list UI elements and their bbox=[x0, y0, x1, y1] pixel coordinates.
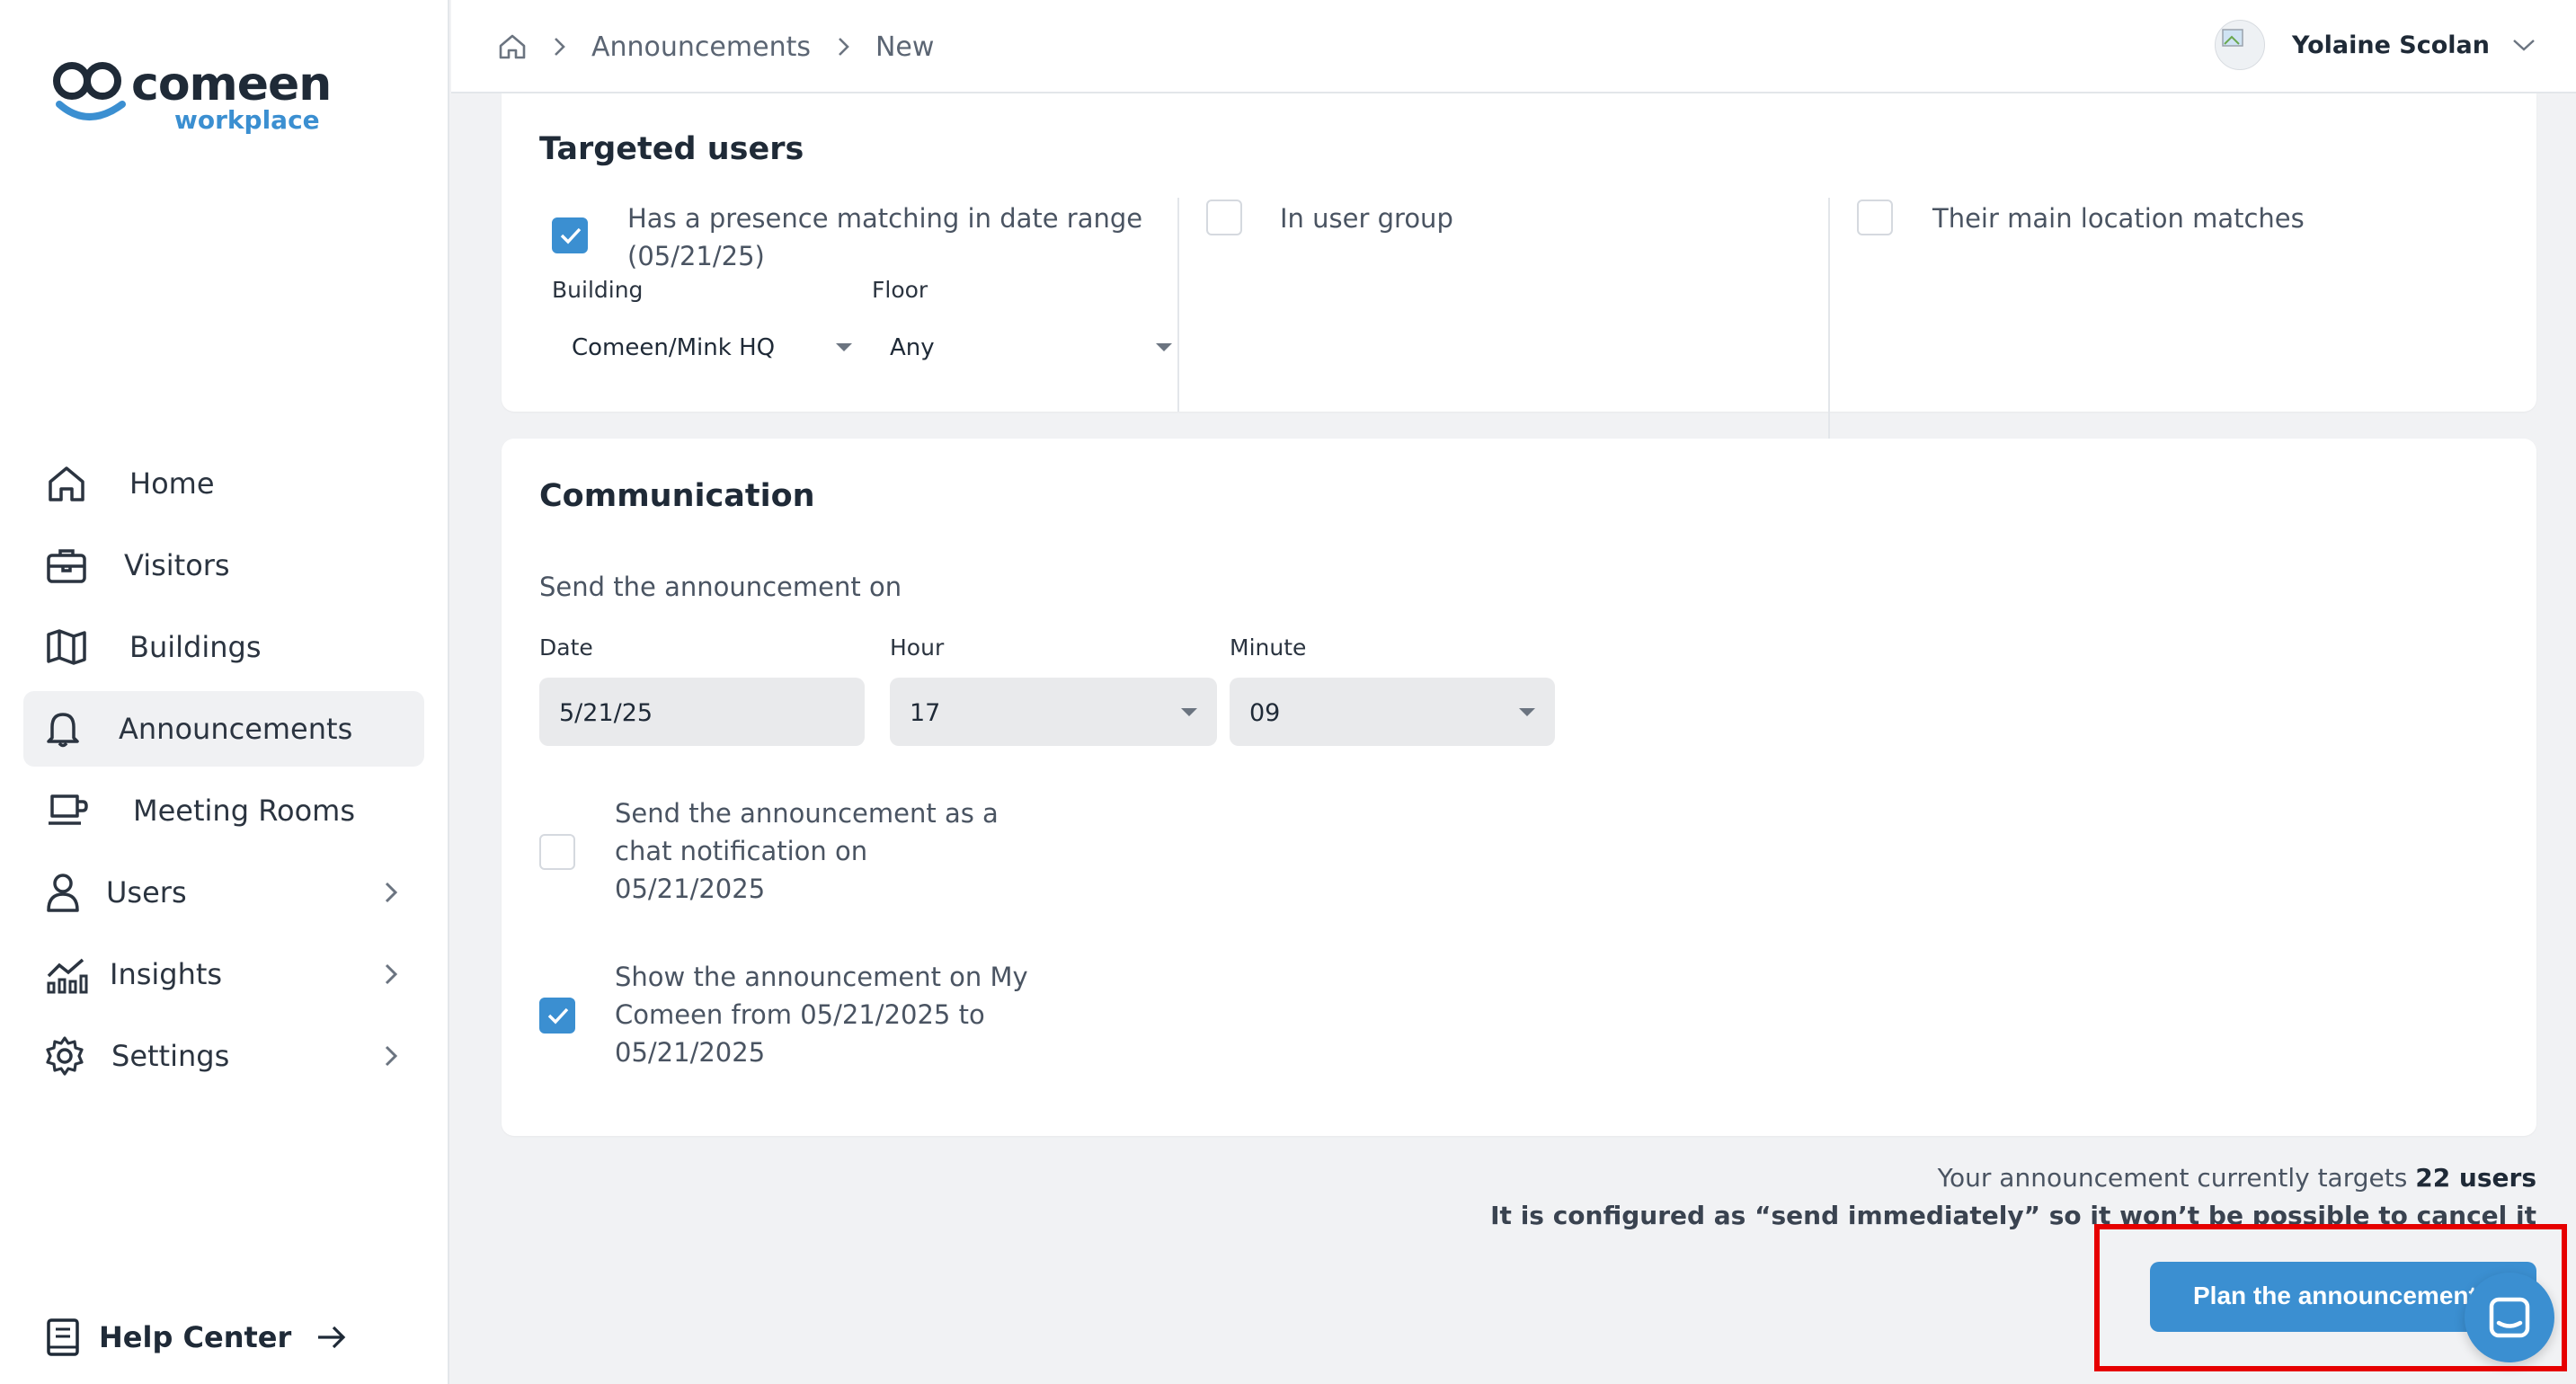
targets-prefix: Your announcement currently targets bbox=[1937, 1163, 2408, 1193]
sidebar-item-users[interactable]: Users bbox=[23, 855, 424, 930]
minute-select-value: 09 bbox=[1249, 699, 1281, 727]
chevron-right-icon bbox=[385, 963, 398, 985]
brand-name: comeen bbox=[131, 58, 332, 111]
breadcrumb-announcements[interactable]: Announcements bbox=[591, 31, 811, 63]
check-icon bbox=[547, 1007, 569, 1025]
show-on-mycomeen-line1: Show the announcement on My bbox=[615, 962, 1028, 992]
caret-down-icon bbox=[1181, 708, 1197, 716]
help-center-label: Help Center bbox=[99, 1320, 292, 1354]
home-icon[interactable] bbox=[498, 32, 527, 61]
sidebar-item-settings[interactable]: Settings bbox=[23, 1018, 424, 1094]
hour-select-value: 17 bbox=[910, 699, 941, 727]
sidebar-item-buildings[interactable]: Buildings bbox=[23, 609, 424, 685]
user-icon bbox=[47, 874, 79, 912]
sidebar-nav: Home Visitors Buildings Announcements Me… bbox=[23, 446, 424, 1100]
sidebar-item-label: Meeting Rooms bbox=[133, 794, 355, 828]
floor-label: Floor bbox=[872, 277, 928, 303]
building-label: Building bbox=[552, 277, 644, 303]
user-menu[interactable]: Yolaine Scolan bbox=[2215, 18, 2536, 72]
sidebar-item-label: Home bbox=[129, 466, 215, 501]
sidebar: comeen workplace Home Visitors Buildings… bbox=[0, 0, 449, 1384]
check-icon bbox=[560, 227, 582, 244]
bell-icon bbox=[47, 713, 79, 748]
help-center-link[interactable]: Help Center bbox=[45, 1312, 347, 1362]
topbar: Announcements New Yolaine Scolan bbox=[451, 0, 2576, 93]
send-immediately-warning: It is configured as “send immediately” s… bbox=[1490, 1201, 2536, 1230]
presence-label-line2: (05/21/25) bbox=[627, 241, 765, 271]
chart-icon bbox=[47, 958, 88, 994]
chevron-right-icon bbox=[555, 38, 565, 56]
main-location-checkbox[interactable] bbox=[1857, 200, 1893, 235]
user-name: Yolaine Scolan bbox=[2292, 31, 2490, 59]
sidebar-item-announcements[interactable]: Announcements bbox=[23, 691, 424, 767]
chat-launcher[interactable] bbox=[2465, 1273, 2554, 1362]
communication-title: Communication bbox=[539, 478, 815, 514]
user-group-label: In user group bbox=[1280, 203, 1453, 234]
presence-label-line1: Has a presence matching in date range bbox=[627, 203, 1143, 234]
column-divider bbox=[1177, 198, 1179, 412]
chevron-right-icon bbox=[839, 38, 849, 56]
home-icon bbox=[49, 466, 84, 501]
date-label: Date bbox=[539, 634, 593, 661]
breadcrumb-current: New bbox=[875, 31, 935, 63]
sidebar-item-label: Insights bbox=[110, 957, 223, 991]
gear-icon bbox=[46, 1036, 84, 1076]
caret-down-icon bbox=[1156, 343, 1172, 351]
targeted-users-title: Targeted users bbox=[539, 131, 804, 167]
comeen-logo-icon bbox=[53, 62, 126, 120]
floor-select-value: Any bbox=[890, 334, 935, 361]
sidebar-item-label: Users bbox=[106, 875, 187, 909]
chat-notification-line3: 05/21/2025 bbox=[615, 874, 766, 904]
hour-select[interactable]: 17 bbox=[890, 678, 1217, 746]
plan-announcement-label: Plan the announcement bbox=[2193, 1282, 2477, 1309]
meeting-room-icon bbox=[49, 794, 88, 825]
date-input-value: 5/21/25 bbox=[559, 699, 653, 727]
send-on-label: Send the announcement on bbox=[539, 572, 902, 602]
column-divider bbox=[1828, 198, 1830, 469]
sidebar-item-meeting-rooms[interactable]: Meeting Rooms bbox=[23, 773, 424, 848]
show-on-mycomeen-line3: 05/21/2025 bbox=[615, 1037, 766, 1068]
hour-label: Hour bbox=[890, 634, 945, 661]
floor-select[interactable]: Any bbox=[870, 318, 1192, 376]
brand-sub: workplace bbox=[174, 105, 320, 135]
book-icon bbox=[47, 1318, 79, 1356]
show-on-mycomeen-line2: Comeen from 05/21/2025 to bbox=[615, 999, 985, 1030]
briefcase-icon bbox=[47, 549, 86, 583]
chat-icon bbox=[2489, 1297, 2530, 1338]
sidebar-item-label: Announcements bbox=[119, 712, 353, 746]
chat-notification-line2: chat notification on bbox=[615, 836, 868, 866]
building-select[interactable]: Comeen/Mink HQ bbox=[552, 318, 872, 376]
targets-summary: Your announcement currently targets 22 u… bbox=[1938, 1163, 2536, 1193]
main-location-label: Their main location matches bbox=[1932, 203, 2305, 234]
arrow-right-icon bbox=[318, 1326, 346, 1349]
date-input[interactable]: 5/21/25 bbox=[539, 678, 865, 746]
caret-down-icon bbox=[1519, 708, 1535, 716]
minute-label: Minute bbox=[1230, 634, 1307, 661]
sidebar-item-label: Visitors bbox=[124, 548, 230, 582]
chevron-right-icon bbox=[385, 882, 398, 903]
targeted-users-card: Targeted users Has a presence matching i… bbox=[502, 93, 2536, 469]
chat-notification-checkbox[interactable] bbox=[539, 834, 575, 870]
sidebar-item-insights[interactable]: Insights bbox=[23, 936, 424, 1012]
sidebar-item-home[interactable]: Home bbox=[23, 446, 424, 521]
chevron-down-icon bbox=[2513, 40, 2535, 51]
map-icon bbox=[47, 629, 86, 665]
breadcrumb: Announcements New bbox=[498, 25, 934, 68]
targets-count: 22 users bbox=[2415, 1163, 2536, 1193]
avatar bbox=[2215, 20, 2266, 70]
sidebar-item-label: Buildings bbox=[129, 630, 262, 664]
sidebar-item-label: Settings bbox=[111, 1039, 230, 1073]
building-select-value: Comeen/Mink HQ bbox=[572, 334, 776, 361]
broken-image-icon bbox=[2222, 29, 2243, 47]
chevron-right-icon bbox=[385, 1045, 398, 1067]
sidebar-item-visitors[interactable]: Visitors bbox=[23, 528, 424, 603]
comeen-logo[interactable]: comeen workplace bbox=[52, 54, 332, 135]
caret-down-icon bbox=[836, 343, 852, 351]
show-on-mycomeen-checkbox[interactable] bbox=[539, 998, 575, 1034]
chat-notification-line1: Send the announcement as a bbox=[615, 798, 999, 829]
user-group-checkbox[interactable] bbox=[1206, 200, 1242, 235]
minute-select[interactable]: 09 bbox=[1230, 678, 1555, 746]
communication-card: Communication Send the announcement on D… bbox=[502, 439, 2536, 1136]
presence-checkbox[interactable] bbox=[552, 217, 588, 253]
